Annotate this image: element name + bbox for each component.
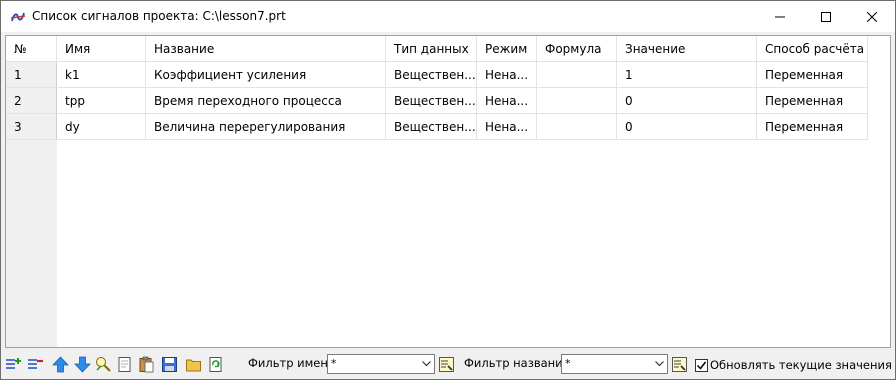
column-header-mode[interactable]: Режим xyxy=(477,36,537,62)
title-filter-combo[interactable]: * xyxy=(561,354,668,374)
table-row[interactable]: 2 tpp Время переходного процесса Веществ… xyxy=(6,88,868,114)
open-folder-icon[interactable] xyxy=(185,356,202,373)
column-header-value[interactable]: Значение xyxy=(617,36,757,62)
row-number-cell[interactable]: 3 xyxy=(6,114,57,140)
refresh-doc-icon[interactable] xyxy=(207,356,224,373)
maximize-button[interactable] xyxy=(803,1,849,32)
chevron-down-icon[interactable] xyxy=(421,358,432,369)
formula-cell[interactable] xyxy=(537,88,617,114)
table-row[interactable]: 1 k1 Коэффициент усиления Веществен... Н… xyxy=(6,62,868,88)
window-title: Список сигналов проекта: C:\lesson7.prt xyxy=(32,9,286,23)
value-cell[interactable]: 0 xyxy=(617,114,757,140)
apply-name-filter-icon[interactable] xyxy=(438,356,455,373)
move-down-icon[interactable] xyxy=(74,356,91,373)
name-filter-combo[interactable]: * xyxy=(327,354,435,374)
bottom-toolbar: Фильтр имени * Фильтр названия * Обновля… xyxy=(1,350,895,379)
title-cell[interactable]: Время переходного процесса xyxy=(146,88,386,114)
title-bar[interactable]: Список сигналов проекта: C:\lesson7.prt xyxy=(1,1,895,32)
formula-cell[interactable] xyxy=(537,114,617,140)
row-number-cell[interactable]: 2 xyxy=(6,88,57,114)
mode-cell[interactable]: Нена... xyxy=(477,88,537,114)
column-header-number[interactable]: № xyxy=(6,36,57,62)
name-cell[interactable]: k1 xyxy=(57,62,146,88)
calc-method-cell[interactable]: Переменная xyxy=(757,114,868,140)
paste-icon[interactable] xyxy=(138,356,155,373)
title-filter-label: Фильтр названия xyxy=(464,356,570,370)
app-icon xyxy=(10,9,26,25)
table-row[interactable]: 3 dy Величина перерегулирования Веществе… xyxy=(6,114,868,140)
title-cell[interactable]: Коэффициент усиления xyxy=(146,62,386,88)
minimize-button[interactable] xyxy=(757,1,803,32)
calc-method-cell[interactable]: Переменная xyxy=(757,88,868,114)
name-filter-label: Фильтр имени xyxy=(248,356,336,370)
signals-table[interactable]: № Имя Название Тип данных Режим Формула … xyxy=(5,35,891,348)
data-type-cell[interactable]: Веществен... xyxy=(386,62,477,88)
sort-icon[interactable] xyxy=(95,356,112,373)
column-header-formula[interactable]: Формула xyxy=(537,36,617,62)
name-cell[interactable]: dy xyxy=(57,114,146,140)
column-header-calc-method[interactable]: Способ расчёта xyxy=(757,36,868,62)
add-signal-icon[interactable] xyxy=(5,356,22,373)
mode-cell[interactable]: Нена... xyxy=(477,62,537,88)
delete-signal-icon[interactable] xyxy=(27,356,44,373)
close-button[interactable] xyxy=(849,1,895,32)
column-header-name[interactable]: Имя xyxy=(57,36,146,62)
table-header-row: № Имя Название Тип данных Режим Формула … xyxy=(6,36,868,62)
refresh-values-checkbox[interactable] xyxy=(695,359,708,372)
value-cell[interactable]: 1 xyxy=(617,62,757,88)
name-filter-value: * xyxy=(331,357,337,370)
calc-method-cell[interactable]: Переменная xyxy=(757,62,868,88)
value-cell[interactable]: 0 xyxy=(617,88,757,114)
title-cell[interactable]: Величина перерегулирования xyxy=(146,114,386,140)
column-header-data-type[interactable]: Тип данных xyxy=(386,36,477,62)
data-type-cell[interactable]: Веществен... xyxy=(386,114,477,140)
column-header-title[interactable]: Название xyxy=(146,36,386,62)
formula-cell[interactable] xyxy=(537,62,617,88)
data-type-cell[interactable]: Веществен... xyxy=(386,88,477,114)
chevron-down-icon[interactable] xyxy=(654,358,665,369)
save-icon[interactable] xyxy=(161,356,178,373)
apply-title-filter-icon[interactable] xyxy=(671,356,688,373)
mode-cell[interactable]: Нена... xyxy=(477,114,537,140)
row-number-cell[interactable]: 1 xyxy=(6,62,57,88)
signals-window: Список сигналов проекта: C:\lesson7.prt … xyxy=(0,0,896,380)
move-up-icon[interactable] xyxy=(52,356,69,373)
title-filter-value: * xyxy=(565,357,571,370)
name-cell[interactable]: tpp xyxy=(57,88,146,114)
copy-icon[interactable] xyxy=(116,356,133,373)
refresh-values-label[interactable]: Обновлять текущие значения xyxy=(710,358,892,372)
